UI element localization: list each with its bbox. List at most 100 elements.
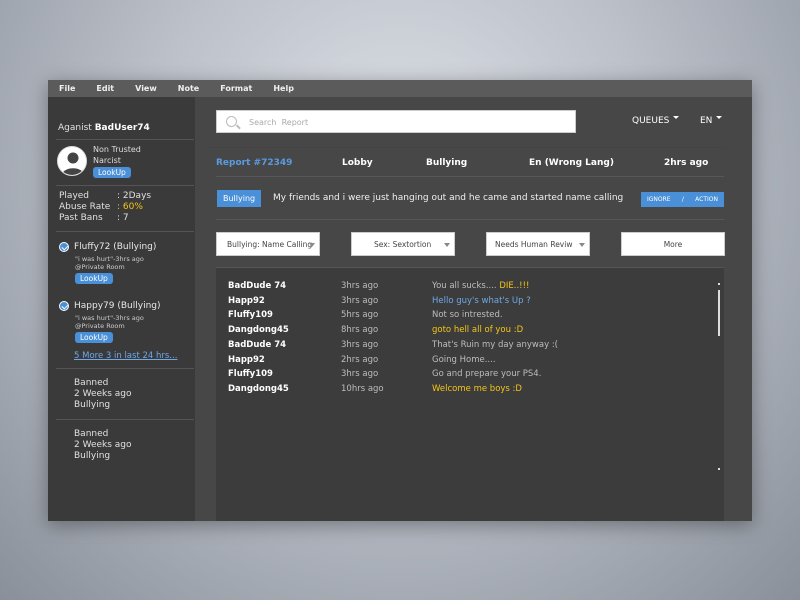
- chevron-down-icon: [716, 116, 723, 119]
- personality-label: Narcist: [93, 156, 121, 165]
- against-user: BadUser74: [94, 123, 150, 133]
- language-dropdown[interactable]: EN: [700, 116, 723, 126]
- report-language: En (Wrong Lang): [529, 158, 614, 168]
- content-divider: [216, 219, 724, 220]
- chat-row[interactable]: Fluffy109 3hrs ago Go and prepare your PS4…: [228, 369, 708, 383]
- lookup-button[interactable]: LookUp: [75, 273, 113, 284]
- filter-bullying[interactable]: Bullying: Name Calling: [216, 232, 320, 256]
- stat-value: : 2Days: [117, 191, 152, 201]
- ban-reason: Bullying: [74, 400, 111, 410]
- chat-user: Happ92: [228, 295, 265, 306]
- chevron-down-icon: [309, 243, 315, 247]
- reporter-name: Happy79 (Bullying): [74, 301, 161, 311]
- filter-sextortion[interactable]: Sex: Sextortion: [351, 232, 455, 256]
- menu-bar: File Edit View Note Format Help: [48, 80, 752, 97]
- action-buttons: IGNORE / ACTION: [641, 192, 724, 207]
- chat-user: Fluffy109: [228, 310, 273, 321]
- divider: [56, 419, 194, 420]
- chat-user: BadDude 74: [228, 281, 287, 291]
- stat-label: Past Bans: [59, 213, 103, 223]
- chat-message-text: Not so intrested.: [432, 310, 503, 321]
- menu-help[interactable]: Help: [273, 84, 294, 93]
- action-button[interactable]: ACTION: [695, 196, 718, 203]
- stat-label: Played: [59, 191, 90, 201]
- chat-time: 3hrs ago: [341, 339, 379, 350]
- ban-status: Banned: [74, 378, 109, 388]
- divider: [56, 368, 194, 369]
- queues-dropdown[interactable]: QUEUES: [632, 116, 680, 126]
- reporter-name: Fluffy72 (Bullying): [74, 242, 157, 252]
- stat-played: Played : 2Days: [59, 191, 151, 201]
- report-age: 2hrs ago: [664, 158, 709, 168]
- search-icon: [226, 116, 237, 127]
- chat-message-text: Going Home....: [432, 354, 496, 365]
- checkmark-icon: [59, 242, 69, 252]
- menu-edit[interactable]: Edit: [96, 84, 114, 93]
- search-input[interactable]: [249, 115, 559, 129]
- reporter-quote: "i was hurt"-3hrs ago: [75, 255, 144, 263]
- report-id[interactable]: Report #72349: [216, 158, 292, 168]
- chat-row[interactable]: BadDude 74 3hrs ago That's Ruin my day any…: [228, 340, 708, 354]
- app-window: File Edit View Note Format Help Aganist …: [48, 80, 752, 521]
- chat-message: goto hell all of you :D: [432, 325, 523, 335]
- trust-label: Non Trusted: [93, 145, 141, 154]
- stat-label: Abuse Rate: [59, 202, 111, 212]
- menu-format[interactable]: Format: [220, 84, 252, 93]
- chevron-down-icon: [444, 243, 450, 247]
- report-location: Lobby: [342, 158, 373, 168]
- chat-row[interactable]: Fluffy109 5hrs ago Not so intrested.: [228, 310, 708, 324]
- chat-message-highlight: DIE..!!!: [499, 281, 530, 291]
- chevron-down-icon: [579, 243, 585, 247]
- filter-more[interactable]: More: [621, 232, 725, 256]
- chat-row[interactable]: BadDude 74 3hrs ago You all sucks.... DIE.…: [228, 281, 708, 295]
- chat-user: BadDude 74: [228, 339, 287, 350]
- ignore-button[interactable]: IGNORE: [647, 196, 671, 203]
- report-tag: Bullying: [217, 190, 262, 207]
- sidebar: Aganist BadUser74 Non Trusted Narcist Lo…: [48, 97, 195, 521]
- stat-past-bans: Past Bans : 7: [59, 213, 129, 223]
- menu-file[interactable]: File: [59, 84, 75, 93]
- lookup-button[interactable]: LookUp: [75, 332, 113, 343]
- user-silhouette-icon: [62, 152, 84, 175]
- filter-label: Needs Human Reviw: [495, 239, 573, 249]
- search-box[interactable]: [216, 110, 576, 133]
- ban-record: Banned 2 Weeks ago Bullying: [74, 429, 132, 462]
- chat-time: 2hrs ago: [341, 354, 379, 365]
- chat-time: 8hrs ago: [341, 325, 379, 336]
- chat-log[interactable]: BadDude 74 3hrs ago You all sucks.... DIE.…: [216, 267, 724, 521]
- ban-when: 2 Weeks ago: [74, 440, 132, 450]
- scroll-up-icon[interactable]: [718, 283, 720, 285]
- chat-row[interactable]: Happ92 2hrs ago Going Home....: [228, 355, 708, 369]
- chat-row[interactable]: Happ92 3hrs ago Hello guy's what's Up ?: [228, 296, 708, 310]
- chevron-down-icon: [673, 116, 680, 119]
- ban-reason: Bullying: [74, 451, 111, 461]
- chat-time: 3hrs ago: [341, 369, 379, 380]
- report-text: My friends and i were just hanging out a…: [273, 193, 624, 203]
- stat-abuse-rate: Abuse Rate : 60%: [59, 202, 143, 212]
- chat-message: You all sucks.... DIE..!!!: [432, 281, 529, 291]
- menu-view[interactable]: View: [135, 84, 157, 93]
- more-reports-link[interactable]: 5 More 3 in last 24 hrs...: [74, 351, 177, 361]
- chat-user: Fluffy109: [228, 369, 273, 380]
- scroll-down-icon[interactable]: [718, 468, 720, 470]
- against-title: Aganist BadUser74: [58, 123, 150, 133]
- chat-user: Dangdong45: [228, 325, 289, 336]
- main-panel: QUEUES EN Report #72349 Lobby Bullying E…: [195, 97, 752, 521]
- scrollbar[interactable]: [718, 290, 720, 336]
- chat-message-text: You all sucks....: [432, 281, 500, 291]
- chat-message-text: Go and prepare your PS4.: [432, 369, 542, 380]
- ban-status: Banned: [74, 429, 109, 439]
- against-prefix: Aganist: [58, 123, 92, 133]
- menu-note[interactable]: Note: [178, 84, 199, 93]
- reporter-quote: "i was hurt"-3hrs ago: [75, 314, 144, 322]
- ban-record: Banned 2 Weeks ago Bullying: [74, 378, 132, 411]
- filter-human-review[interactable]: Needs Human Reviw: [486, 232, 590, 256]
- chat-time: 10hrs ago: [341, 383, 384, 394]
- chat-row[interactable]: Dangdong45 8hrs ago goto hell all of you :…: [228, 325, 708, 339]
- queues-label: QUEUES: [632, 116, 670, 126]
- lookup-button[interactable]: LookUp: [93, 167, 131, 178]
- avatar: [57, 146, 87, 176]
- chat-row[interactable]: Dangdong45 10hrs ago Welcome me boys :D: [228, 384, 708, 398]
- chat-message: Not so intrested.: [432, 310, 503, 320]
- filter-label: Bullying: Name Calling: [227, 239, 313, 249]
